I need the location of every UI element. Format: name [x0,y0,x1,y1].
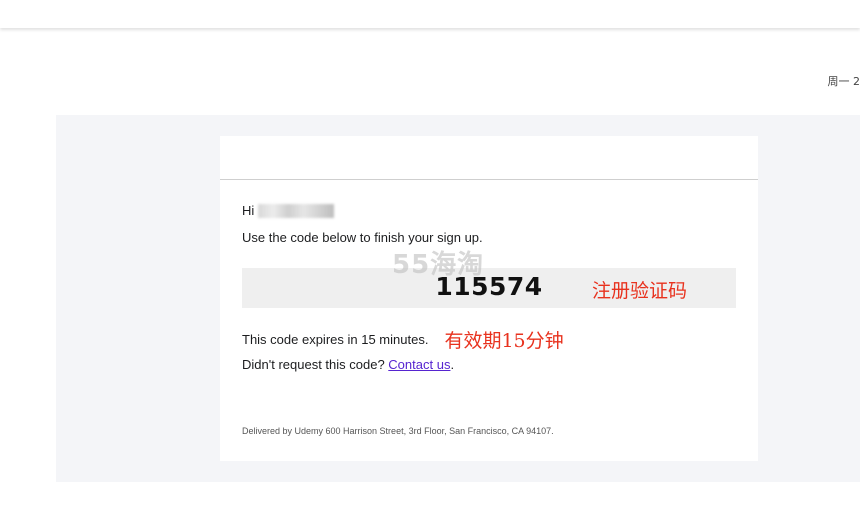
didnt-request-prefix: Didn't request this code? [242,357,389,372]
code-annotation: 注册验证码 [592,280,688,302]
greeting: Hi [242,203,335,218]
email-date: 周一 2 [827,75,860,88]
verification-code-box: 55海淘 115574 注册验证码 [242,250,736,308]
redacted-username [258,203,335,218]
expiry-line: This code expires in 15 minutes. 有效期15分钟 [242,326,564,353]
didnt-request-suffix: . [450,357,455,372]
footer-text: Delivered by Udemy 600 Harrison Street, … [242,426,554,436]
didnt-request-line: Didn't request this code? Contact us. [242,357,454,372]
expiry-text: This code expires in 15 minutes. [242,332,429,347]
email-card: Hi Use the code below to finish your sig… [220,136,758,461]
greeting-prefix: Hi [242,203,255,218]
expiry-annotation: 有效期15分钟 [444,330,564,352]
contact-us-link[interactable]: Contact us [388,357,450,372]
instruction-text: Use the code below to finish your sign u… [242,230,483,245]
top-toolbar [0,0,860,28]
email-card-header [220,136,758,180]
